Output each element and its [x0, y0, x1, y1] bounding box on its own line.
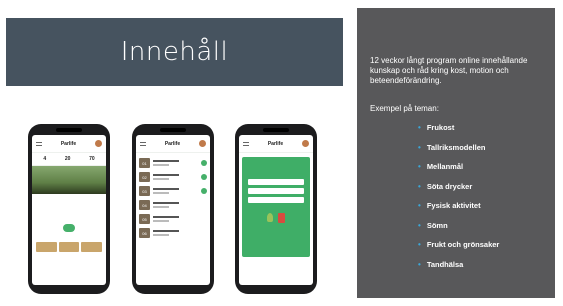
check-icon: [201, 188, 207, 194]
quiz-option: [248, 188, 304, 194]
topic-item: • Sömn: [418, 220, 448, 230]
app-name: Parlife: [60, 140, 77, 147]
phone-notch: [56, 128, 82, 132]
lesson-list: 01 02 03 04 05 06: [136, 153, 210, 243]
menu-icon: [140, 141, 146, 146]
title-banner: Innehåll: [6, 18, 343, 86]
menu-icon: [36, 141, 42, 146]
list-item: 06: [139, 227, 207, 239]
phone-screen: Parlife 01 02 03 04 05 06: [136, 135, 210, 285]
menu-icon: [243, 141, 249, 146]
bullet-icon: •: [418, 181, 421, 191]
phone-mockup-list: Parlife 01 02 03 04 05 06: [132, 124, 214, 294]
quiz-illustration: [246, 213, 306, 223]
slide: Innehåll Parlife 4 20 70 Parlife 01 02 0…: [0, 0, 563, 306]
topic-item: • Tandhälsa: [418, 259, 464, 269]
stat-item: 70: [89, 156, 95, 162]
program-description: 12 veckor långt program online innehålla…: [370, 56, 528, 85]
stat-item: 4: [43, 156, 47, 162]
topic-item: • Mellanmål: [418, 162, 464, 172]
quiz-card: [242, 157, 310, 257]
phone-screen: Parlife 4 20 70: [32, 135, 106, 285]
topic-item: • Tallriksmodellen: [418, 142, 486, 152]
phone-mockup-quiz: Parlife: [235, 124, 317, 294]
quiz-option: [248, 197, 304, 203]
start-button: [62, 224, 76, 232]
app-header: Parlife: [239, 135, 313, 153]
avatar: [94, 140, 102, 147]
slide-title: Innehåll: [120, 37, 229, 67]
phone-notch: [263, 128, 289, 132]
recipe-thumbnails: [32, 240, 106, 254]
list-item: 05: [139, 213, 207, 225]
bullet-icon: •: [418, 123, 421, 133]
week-card: [36, 197, 102, 237]
app-name: Parlife: [164, 140, 181, 147]
bullet-icon: •: [418, 220, 421, 230]
hero-photo: [32, 166, 106, 194]
topic-item: • Frukt och grönsaker: [418, 240, 500, 250]
topic-item: • Fysisk aktivitet: [418, 201, 481, 211]
check-icon: [201, 174, 207, 180]
quiz-option: [248, 179, 304, 185]
content-panel: 12 veckor långt program online innehålla…: [357, 8, 555, 298]
app-header: Parlife: [136, 135, 210, 153]
bullet-icon: •: [418, 201, 421, 211]
list-item: 03: [139, 185, 207, 197]
phone-mockup-home: Parlife 4 20 70: [28, 124, 110, 294]
list-item: 04: [139, 199, 207, 211]
quiz-question: [246, 165, 306, 175]
stat-item: 20: [64, 156, 71, 162]
topic-item: • Frukost: [418, 123, 455, 133]
topics-list: • Frukost • Tallriksmodellen • Mellanmål • S…: [418, 118, 499, 274]
avatar: [301, 140, 309, 147]
week-message: [38, 202, 100, 214]
bullet-icon: •: [418, 259, 421, 269]
topic-item: • Söta drycker: [418, 181, 473, 191]
phone-notch: [160, 128, 186, 132]
app-header: Parlife: [32, 135, 106, 153]
phone-screen: Parlife: [239, 135, 313, 285]
topics-heading: Exempel på teman:: [370, 104, 439, 113]
avatar: [198, 140, 206, 147]
bullet-icon: •: [418, 142, 421, 152]
check-icon: [201, 160, 207, 166]
bullet-icon: •: [418, 240, 421, 250]
list-item: 01: [139, 157, 207, 169]
stats-row: 4 20 70: [32, 153, 106, 166]
bullet-icon: •: [418, 162, 421, 172]
list-item: 02: [139, 171, 207, 183]
app-name: Parlife: [267, 140, 284, 147]
